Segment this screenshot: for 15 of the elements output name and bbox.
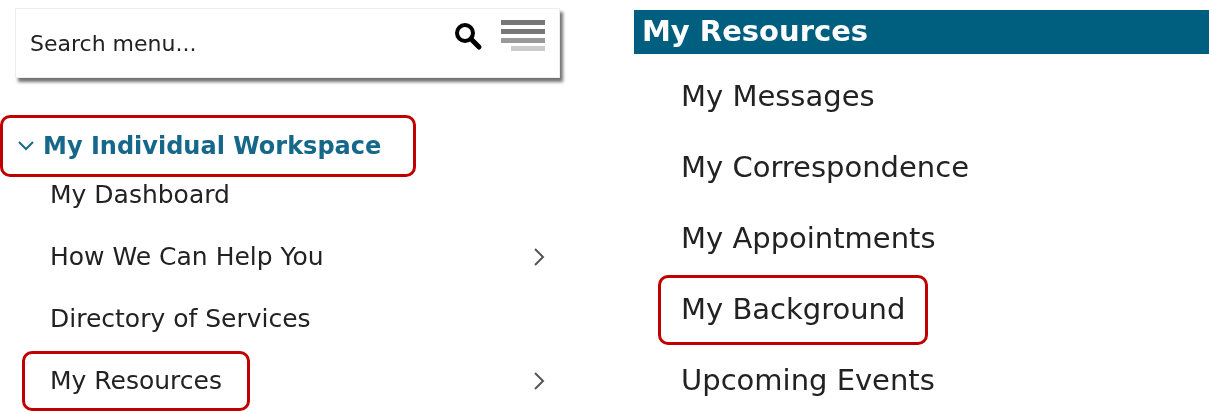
submenu-item[interactable]: My Background: [658, 275, 929, 345]
menu-icon[interactable]: [501, 20, 547, 52]
submenu-item[interactable]: Upcoming Events: [658, 346, 958, 412]
submenu-header: My Resources: [634, 10, 1209, 54]
submenu-item[interactable]: My Correspondence: [658, 133, 992, 203]
submenu-item[interactable]: My Messages: [658, 62, 898, 132]
search-bar[interactable]: Search menu...: [15, 8, 560, 78]
search-field[interactable]: Search menu...: [30, 26, 453, 60]
menu-item[interactable]: My Resources: [22, 351, 250, 411]
search-icon[interactable]: [453, 21, 483, 51]
submenu-item[interactable]: My Appointments: [658, 204, 959, 274]
chevron-down-icon: [17, 140, 35, 152]
menu-group-header[interactable]: My Individual Workspace: [0, 115, 417, 177]
menu-item[interactable]: How We Can Help You: [22, 227, 352, 287]
menu-item[interactable]: Directory of Services: [22, 289, 339, 349]
